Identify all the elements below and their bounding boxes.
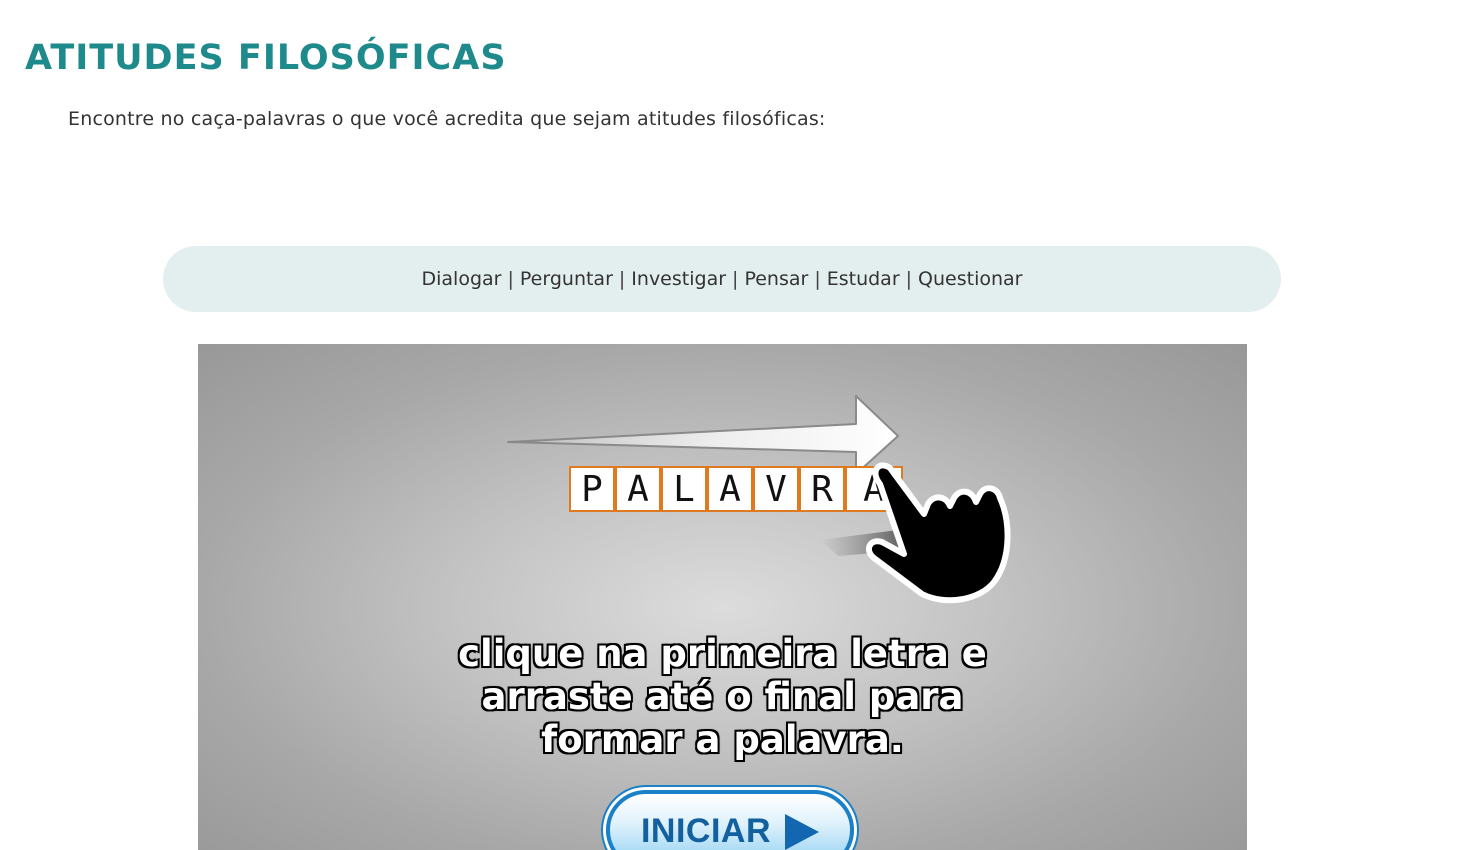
page-title: ATITUDES FILOSÓFICAS xyxy=(25,38,507,78)
word-bank: Dialogar | Perguntar | Investigar | Pens… xyxy=(163,246,1281,312)
instruction-text: Encontre no caça-palavras o que você acr… xyxy=(68,108,826,130)
word-separator: | xyxy=(905,268,913,290)
word-investigar: Investigar xyxy=(631,268,727,290)
word-separator: | xyxy=(618,268,626,290)
tutorial-line: arraste até o final para xyxy=(480,674,964,719)
tutorial-line: formar a palavra. xyxy=(540,717,905,762)
play-icon xyxy=(785,814,820,850)
start-button[interactable]: INICIAR xyxy=(606,790,854,850)
word-separator: | xyxy=(732,268,739,290)
tutorial-line: clique na primeira letra e xyxy=(457,631,988,676)
word-pensar: Pensar xyxy=(744,268,809,290)
word-estudar: Estudar xyxy=(826,268,900,290)
word-dialogar: Dialogar xyxy=(421,268,502,290)
start-button-label: INICIAR xyxy=(640,812,772,850)
page: ATITUDES FILOSÓFICAS Encontre no caça-pa… xyxy=(0,0,1460,850)
word-separator: | xyxy=(507,268,514,290)
word-separator: | xyxy=(814,268,821,290)
word-perguntar: Perguntar xyxy=(519,268,613,290)
word-questionar: Questionar xyxy=(918,268,1023,290)
pointing-hand-icon xyxy=(820,462,1011,604)
tutorial-text: clique na primeira letra e arraste até o… xyxy=(198,631,1247,762)
word-search-game[interactable]: P A L A V R A clique na primeira letra e… xyxy=(198,344,1247,850)
